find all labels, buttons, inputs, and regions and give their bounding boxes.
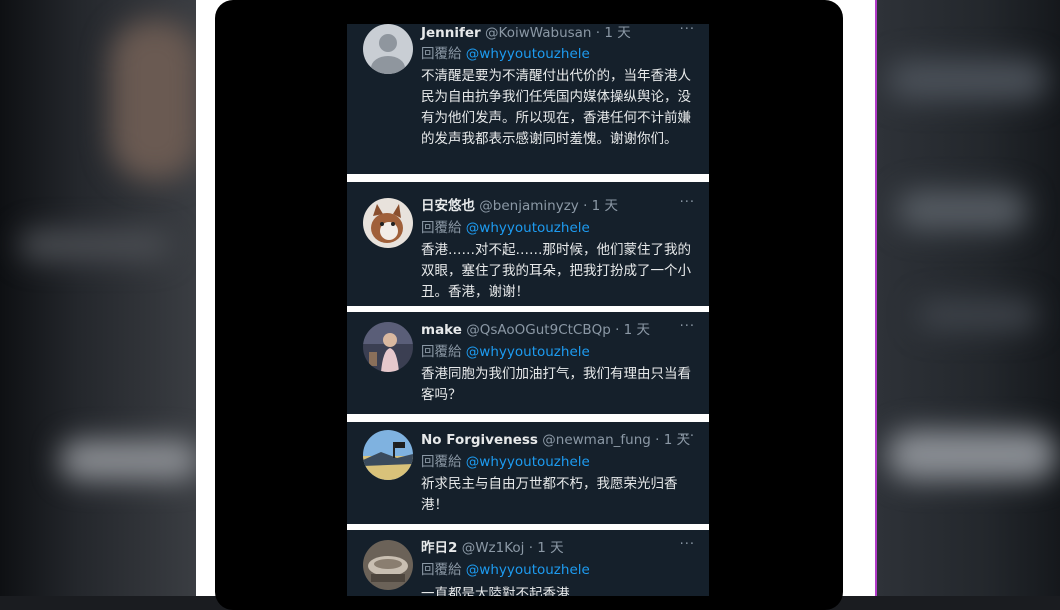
landscape-avatar-icon [363,430,413,480]
reply-feed[interactable]: Jennifer @KoiwWabusan · 1 天 ··· 回覆給 @why… [347,24,709,596]
author-handle[interactable]: @benjaminyzy [479,198,578,214]
reply-to-line: 回覆給 @whyyoutouzhele [421,42,590,62]
reply-mention-link[interactable]: @whyyoutouzhele [466,454,590,470]
reply-to-line: 回覆給 @whyyoutouzhele [421,216,590,236]
avatar[interactable] [363,430,413,480]
more-options-icon[interactable]: ··· [680,537,695,552]
reply-to-line: 回覆給 @whyyoutouzhele [421,558,590,578]
tweet-header: Jennifer @KoiwWabusan · 1 天 [421,24,631,41]
author-handle[interactable]: @QsAoOGut9CtCBQp [466,322,611,338]
tweet-header: make @QsAoOGut9CtCBQp · 1 天 [421,318,650,338]
cat-avatar-icon [363,198,413,248]
tweet-item[interactable]: make @QsAoOGut9CtCBQp · 1 天 ··· 回覆給 @why… [347,312,709,414]
author-handle[interactable]: @newman_fung [542,432,651,448]
author-name[interactable]: 昨日2 [421,540,457,556]
photo-avatar-icon [363,322,413,372]
tweet-text: 不清醒是要为不清醒付出代价的，当年香港人民为自由抗争我们任凭国内媒体操纵舆论，没… [421,68,691,147]
timestamp[interactable]: · 1 天 [529,540,564,556]
reply-label: 回覆給 [421,344,462,360]
reply-mention-link[interactable]: @whyyoutouzhele [466,220,590,236]
author-handle[interactable]: @KoiwWabusan [485,25,591,41]
avatar[interactable] [363,24,413,74]
tweet-text: 香港同胞为我们加油打气，我们有理由只当看客吗？ [421,366,691,403]
tweet-header: No Forgiveness @newman_fung · 1 天 [421,428,690,448]
reply-label: 回覆給 [421,220,462,236]
reply-mention-link[interactable]: @whyyoutouzhele [466,46,590,62]
tweet-item[interactable]: No Forgiveness @newman_fung · 1 天 ··· 回覆… [347,422,709,524]
tweet-item[interactable]: 昨日2 @Wz1Koj · 1 天 ··· 回覆給 @whyyoutouzhel… [347,530,709,596]
author-name[interactable]: No Forgiveness [421,432,538,448]
author-name[interactable]: Jennifer [421,25,481,41]
author-handle[interactable]: @Wz1Koj [462,540,525,556]
more-options-icon[interactable]: ··· [680,429,695,444]
avatar[interactable] [363,540,413,590]
tweet-item[interactable]: Jennifer @KoiwWabusan · 1 天 ··· 回覆給 @why… [347,24,709,174]
default-avatar-icon [363,24,413,74]
tweet-text: 一直都是大陸對不起香港 [421,586,570,596]
tweet-header: 昨日2 @Wz1Koj · 1 天 [421,536,564,556]
more-options-icon[interactable]: ··· [680,24,695,37]
blurred-background-left [0,0,196,596]
timestamp[interactable]: · 1 天 [615,322,650,338]
tweet-text: 香港……对不起……那时候，他们蒙住了我的双眼，塞住了我的耳朵，把我打扮成了一个小… [421,242,691,300]
reply-to-line: 回覆給 @whyyoutouzhele [421,340,590,360]
timestamp[interactable]: · 1 天 [583,198,618,214]
reply-label: 回覆給 [421,562,462,578]
author-name[interactable]: make [421,322,462,338]
tweet-text: 祈求民主与自由万世都不朽，我愿荣光归香港！ [421,476,678,513]
avatar[interactable] [363,198,413,248]
tweet-item[interactable]: 日安悠也 @benjaminyzy · 1 天 ··· 回覆給 @whyyout… [347,182,709,306]
tweet-header: 日安悠也 @benjaminyzy · 1 天 [421,194,618,214]
reply-label: 回覆給 [421,46,462,62]
blurred-background-right [875,0,1060,596]
reply-mention-link[interactable]: @whyyoutouzhele [466,344,590,360]
timestamp[interactable]: · 1 天 [596,25,631,41]
photo-avatar-icon [363,540,413,590]
reply-label: 回覆給 [421,454,462,470]
more-options-icon[interactable]: ··· [680,195,695,210]
more-options-icon[interactable]: ··· [680,319,695,334]
reply-mention-link[interactable]: @whyyoutouzhele [466,562,590,578]
avatar[interactable] [363,322,413,372]
reply-to-line: 回覆給 @whyyoutouzhele [421,450,590,470]
author-name[interactable]: 日安悠也 [421,198,475,214]
